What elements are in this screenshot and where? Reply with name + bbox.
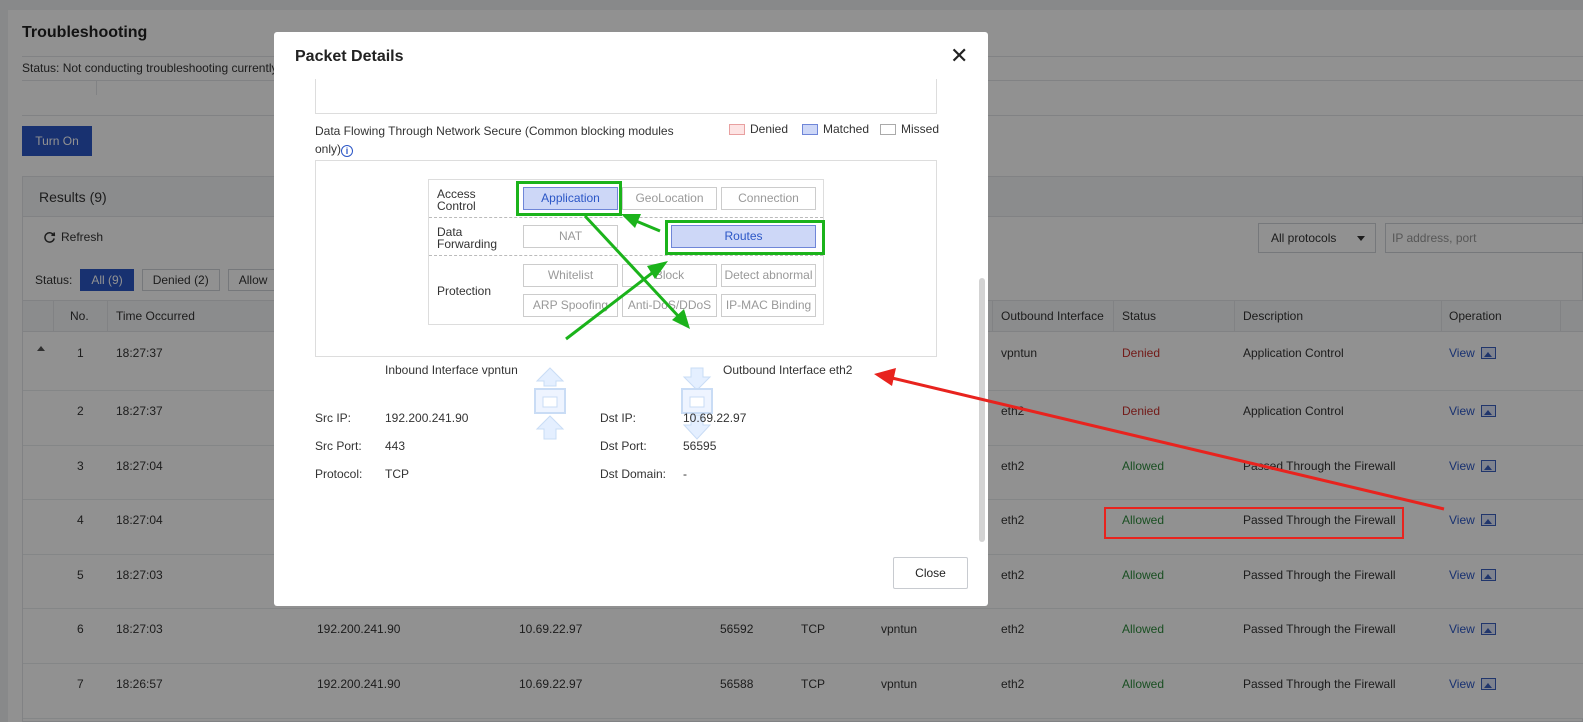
protocol-label: Protocol: — [315, 467, 363, 481]
annotation-box-application — [516, 181, 622, 216]
src-ip-label: Src IP: — [315, 411, 352, 425]
module-connection: Connection — [721, 187, 816, 210]
dst-port-label: Dst Port: — [600, 439, 647, 453]
module-nat: NAT — [523, 225, 618, 248]
module-block: Block — [622, 264, 717, 287]
module-detect-abnormal: Detect abnormal — [721, 264, 816, 287]
annotation-box-routes — [665, 220, 825, 255]
outbound-interface: Outbound Interface eth2 — [723, 363, 853, 377]
dst-domain-label: Dst Domain: — [600, 467, 667, 481]
row-access-control: Access Control Application GeoLocation C… — [429, 180, 823, 218]
category-data-forwarding: Data Forwarding — [437, 225, 498, 251]
category-protection: Protection — [437, 284, 492, 298]
dst-port-value: 56595 — [683, 439, 717, 453]
src-port-label: Src Port: — [315, 439, 362, 453]
protocol-value: TCP — [385, 467, 409, 481]
previous-section-box — [315, 79, 937, 114]
legend-denied: Denied — [729, 122, 788, 136]
close-icon[interactable]: ✕ — [950, 45, 968, 67]
module-anti-dos: Anti-DoS/DDoS — [622, 294, 717, 317]
flow-diagram: Access Control Application GeoLocation C… — [315, 160, 937, 357]
packet-details-modal: Packet Details ✕ Data Flowing Through Ne… — [274, 32, 988, 606]
modal-scrollbar[interactable] — [979, 278, 985, 542]
dst-ip-value: 10.69.22.97 — [683, 411, 747, 425]
inbound-interface: Inbound Interface vpntun — [385, 363, 518, 377]
flow-label-text: Data Flowing Through Network Secure (Com… — [315, 124, 674, 156]
info-icon[interactable]: i — [341, 145, 354, 157]
src-ip-value: 192.200.241.90 — [385, 411, 469, 425]
dst-ip-label: Dst IP: — [600, 411, 637, 425]
row-protection: Protection Whitelist Block Detect abnorm… — [429, 256, 823, 326]
dst-domain-value: - — [683, 467, 687, 481]
src-port-value: 443 — [385, 439, 406, 453]
annotation-box-row-4 — [1104, 507, 1404, 539]
module-arp-spoofing: ARP Spoofing — [523, 294, 618, 317]
module-whitelist: Whitelist — [523, 264, 618, 287]
category-access-control: Access Control — [437, 187, 476, 213]
inbound-port-icon — [534, 367, 566, 440]
modal-content: Data Flowing Through Network Secure (Com… — [274, 79, 988, 549]
modal-title: Packet Details — [295, 48, 404, 65]
close-button[interactable]: Close — [893, 557, 968, 589]
module-geolocation: GeoLocation — [622, 187, 717, 210]
outbound-port-icon — [681, 367, 713, 440]
flow-label: Data Flowing Through Network Secure (Com… — [315, 122, 695, 158]
legend-matched: Matched — [802, 122, 869, 136]
legend-missed: Missed — [880, 122, 939, 136]
module-ip-mac-binding: IP-MAC Binding — [721, 294, 816, 317]
